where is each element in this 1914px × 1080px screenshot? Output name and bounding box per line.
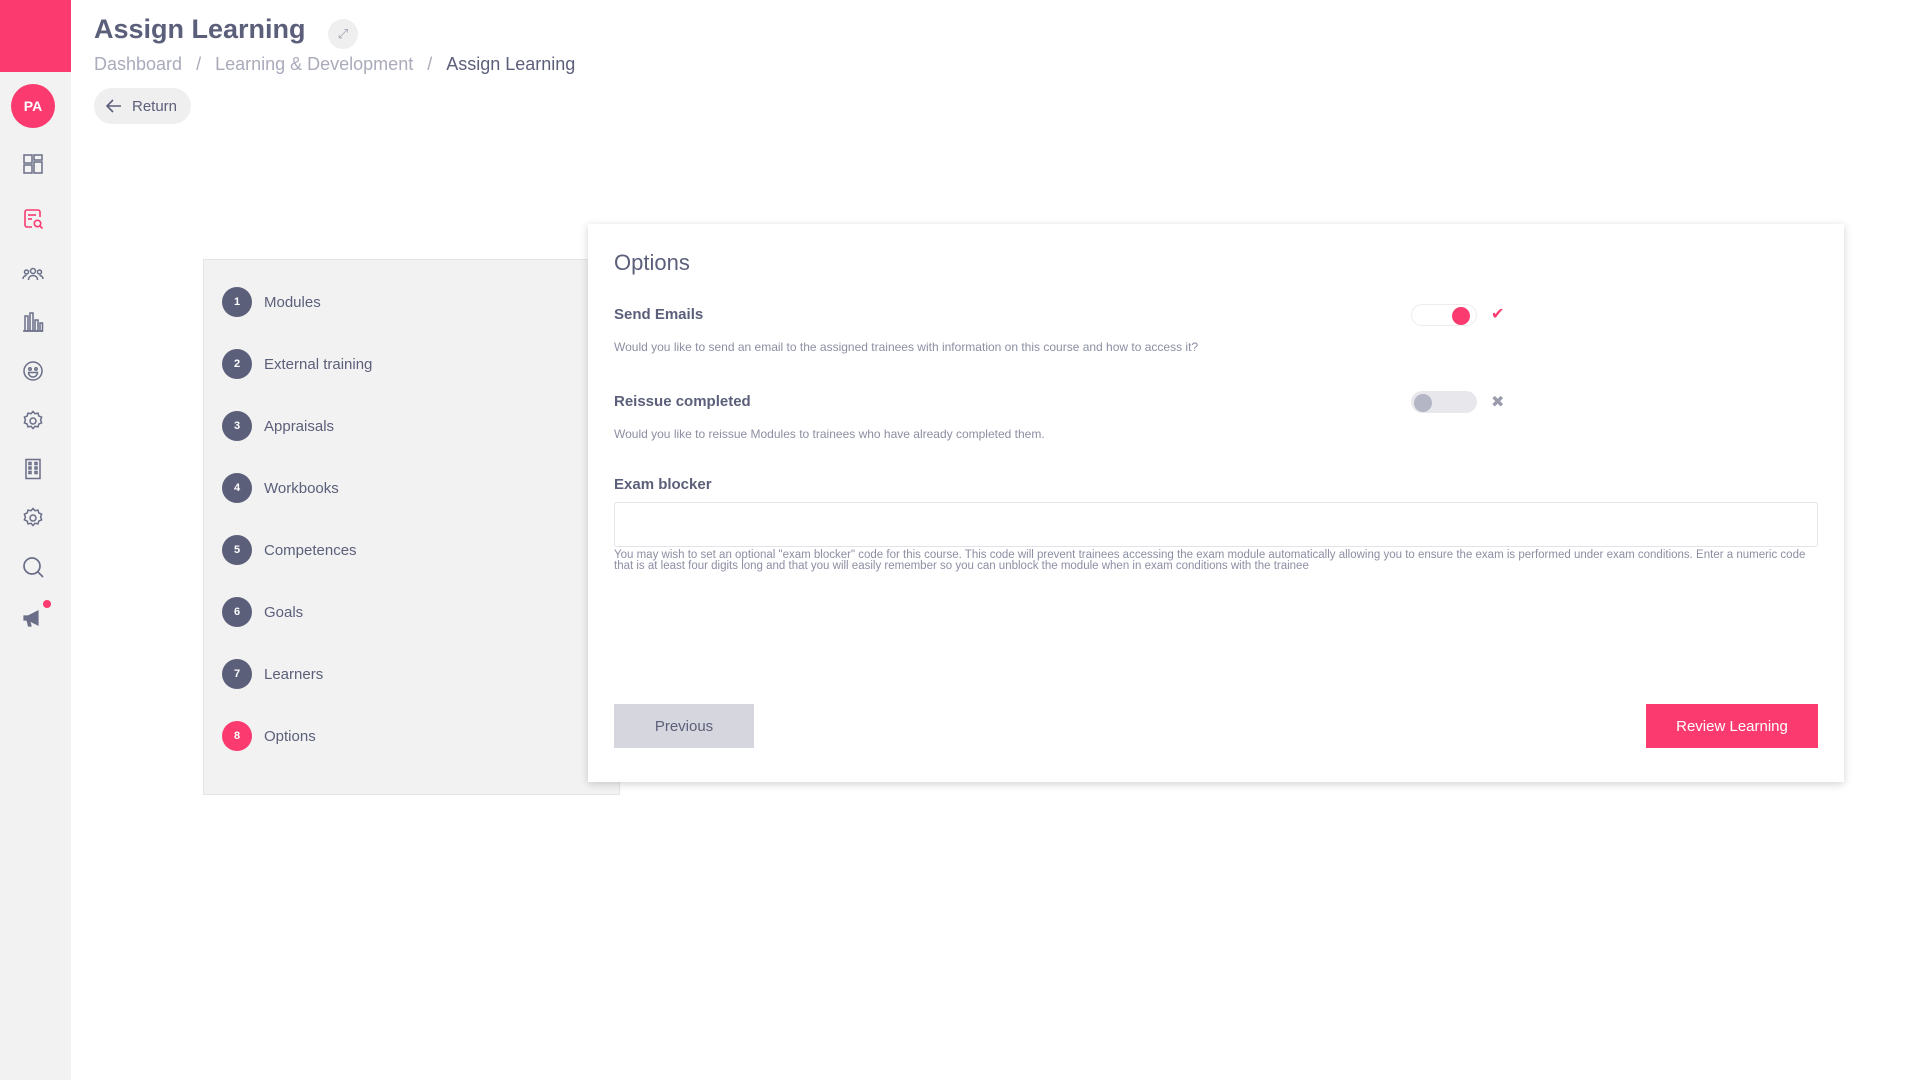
breadcrumb-learning-development[interactable]: Learning & Development bbox=[215, 54, 413, 75]
arrow-left-icon bbox=[106, 99, 121, 113]
step-number: 1 bbox=[222, 287, 252, 317]
toggle-knob bbox=[1452, 307, 1470, 325]
reissue-completed-help: Would you like to reissue Modules to tra… bbox=[614, 427, 1045, 441]
smiley-icon[interactable] bbox=[21, 359, 45, 383]
search-icon[interactable] bbox=[21, 555, 45, 579]
steps-panel: 1 Modules 2 External training 3 Appraisa… bbox=[203, 259, 620, 795]
step-label: Appraisals bbox=[264, 417, 335, 435]
step-goals[interactable]: 6 Goals bbox=[222, 597, 303, 627]
reissue-completed-toggle[interactable] bbox=[1411, 391, 1477, 413]
step-number: 4 bbox=[222, 473, 252, 503]
notification-dot bbox=[43, 600, 51, 608]
expand-icon[interactable]: ⤢ bbox=[328, 19, 358, 49]
step-number: 7 bbox=[222, 659, 252, 689]
check-icon: ✔ bbox=[1491, 306, 1505, 323]
page-title: Assign Learning bbox=[94, 14, 306, 44]
return-label: Return bbox=[132, 97, 178, 115]
breadcrumb-current: Assign Learning bbox=[446, 54, 576, 74]
step-number: 6 bbox=[222, 597, 252, 627]
step-workbooks[interactable]: 4 Workbooks bbox=[222, 473, 339, 503]
options-card: Options Send Emails ✔ Would you like to … bbox=[588, 224, 1844, 782]
step-appraisals[interactable]: 3 Appraisals bbox=[222, 411, 334, 441]
step-external-training[interactable]: 2 External training bbox=[222, 349, 372, 379]
toggle-knob bbox=[1414, 394, 1432, 412]
step-label: Learners bbox=[264, 665, 324, 683]
breadcrumb-separator: / bbox=[196, 54, 202, 74]
step-label: Workbooks bbox=[264, 479, 339, 497]
step-number: 5 bbox=[222, 535, 252, 565]
building-icon[interactable] bbox=[21, 457, 45, 481]
gear-icon[interactable] bbox=[21, 409, 45, 433]
people-icon[interactable] bbox=[21, 262, 45, 286]
step-learners[interactable]: 7 Learners bbox=[222, 659, 323, 689]
cross-icon: ✖ bbox=[1491, 394, 1505, 411]
brand-logo-block[interactable] bbox=[0, 0, 71, 72]
megaphone-icon[interactable] bbox=[21, 606, 45, 630]
send-emails-label: Send Emails bbox=[614, 306, 704, 323]
step-modules[interactable]: 1 Modules bbox=[222, 287, 321, 317]
learning-search-icon[interactable] bbox=[21, 207, 45, 231]
send-emails-help: Would you like to send an email to the a… bbox=[614, 340, 1199, 354]
return-button[interactable]: Return bbox=[94, 88, 192, 124]
send-emails-toggle[interactable] bbox=[1411, 304, 1477, 326]
breadcrumb: Dashboard / Learning & Development / Ass… bbox=[94, 54, 575, 75]
step-label: Goals bbox=[264, 603, 304, 621]
avatar[interactable]: PA bbox=[11, 84, 55, 128]
exam-blocker-label: Exam blocker bbox=[614, 476, 712, 493]
step-label: Competences bbox=[264, 541, 357, 559]
step-options[interactable]: 8 Options bbox=[222, 721, 316, 751]
card-title: Options bbox=[614, 250, 690, 275]
step-label: Modules bbox=[264, 293, 321, 311]
breadcrumb-separator: / bbox=[427, 54, 433, 74]
step-label: Options bbox=[264, 727, 316, 745]
step-number: 8 bbox=[222, 721, 252, 751]
dashboard-icon[interactable] bbox=[21, 152, 45, 176]
sidebar: PA bbox=[0, 0, 71, 1080]
exam-blocker-help: You may wish to set an optional "exam bl… bbox=[614, 549, 1806, 572]
step-number: 3 bbox=[222, 411, 252, 441]
exam-blocker-input[interactable] bbox=[614, 502, 1818, 547]
reissue-completed-label: Reissue completed bbox=[614, 393, 751, 410]
previous-button[interactable]: Previous bbox=[614, 704, 754, 748]
step-number: 2 bbox=[222, 349, 252, 379]
step-label: External training bbox=[264, 355, 373, 373]
gear-icon[interactable] bbox=[21, 506, 45, 530]
step-competences[interactable]: 5 Competences bbox=[222, 535, 357, 565]
breadcrumb-dashboard[interactable]: Dashboard bbox=[94, 54, 182, 75]
review-learning-button[interactable]: Review Learning bbox=[1646, 704, 1818, 748]
chart-icon[interactable] bbox=[21, 310, 45, 334]
